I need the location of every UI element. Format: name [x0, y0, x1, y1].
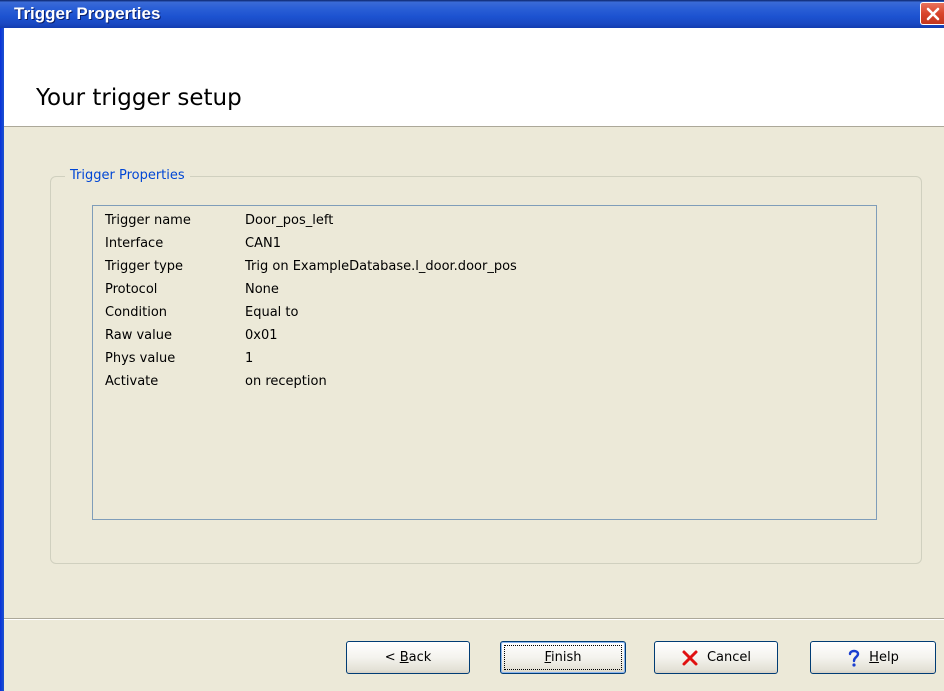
property-value: None — [245, 282, 279, 297]
property-value: 0x01 — [245, 328, 278, 343]
wizard-header: Your trigger setup — [4, 28, 944, 127]
property-key: Trigger name — [105, 213, 191, 228]
property-key: Condition — [105, 305, 168, 320]
cancel-button[interactable]: Cancel — [654, 641, 778, 674]
property-value: 1 — [245, 351, 254, 366]
finish-label: Finish — [544, 650, 581, 665]
window-title: Trigger Properties — [14, 4, 161, 23]
help-label: Help — [869, 650, 899, 665]
property-value: Equal to — [245, 305, 299, 320]
back-label-rest: ack — [408, 650, 432, 665]
question-mark-icon — [848, 649, 860, 667]
close-button[interactable] — [920, 2, 944, 25]
help-button[interactable]: Help — [810, 641, 936, 674]
property-key: Interface — [105, 236, 164, 251]
property-key: Protocol — [105, 282, 158, 297]
page-title: Your trigger setup — [36, 85, 242, 111]
help-label-mnemonic: H — [869, 650, 879, 665]
property-key: Phys value — [105, 351, 176, 366]
back-button[interactable]: < Back — [346, 641, 470, 674]
title-bar[interactable]: Trigger Properties — [0, 0, 944, 28]
finish-button[interactable]: Finish — [500, 641, 626, 674]
property-value: on reception — [245, 374, 327, 389]
footer-separator — [4, 618, 944, 620]
property-value: Door_pos_left — [245, 213, 334, 228]
back-label: < Back — [385, 650, 432, 665]
red-x-icon — [682, 650, 698, 665]
cancel-label: Cancel — [706, 650, 752, 665]
back-label-mnemonic: B — [399, 650, 409, 665]
property-key: Activate — [105, 374, 159, 389]
finish-label-rest: inish — [551, 650, 582, 665]
properties-list[interactable]: Trigger name Door_pos_left Interface CAN… — [92, 205, 877, 520]
back-label-prefix: < — [384, 650, 400, 665]
close-icon — [926, 7, 940, 21]
property-value: Trig on ExampleDatabase.l_door.door_pos — [245, 259, 517, 274]
property-key: Trigger type — [105, 259, 184, 274]
group-legend: Trigger Properties — [65, 167, 190, 185]
property-key: Raw value — [105, 328, 172, 343]
property-value: CAN1 — [245, 236, 281, 251]
help-label-rest: elp — [878, 650, 899, 665]
